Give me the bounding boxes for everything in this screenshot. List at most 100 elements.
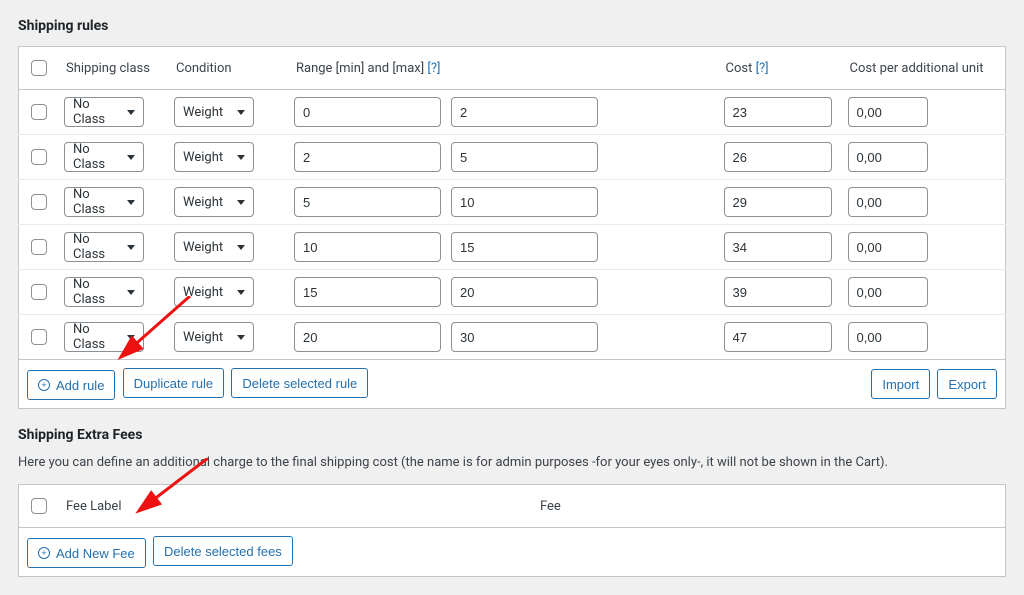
range-max-input[interactable] <box>451 277 598 307</box>
additional-cost-input[interactable] <box>848 232 928 262</box>
row-checkbox[interactable] <box>31 284 47 300</box>
duplicate-rule-button[interactable]: Duplicate rule <box>123 368 225 398</box>
chevron-down-icon <box>127 335 135 340</box>
export-label: Export <box>948 377 986 392</box>
condition-select[interactable]: Weight <box>174 277 254 307</box>
shipping-class-select[interactable]: No Class <box>64 277 144 307</box>
additional-cost-input[interactable] <box>848 322 928 352</box>
cost-input[interactable] <box>724 97 832 127</box>
additional-cost-input[interactable] <box>848 97 928 127</box>
range-min-input[interactable] <box>294 97 441 127</box>
chevron-down-icon <box>237 245 245 250</box>
shipping-fees-description: Here you can define an additional charge… <box>18 455 1006 470</box>
shipping-rules-table: Shipping class Condition Range [min] and… <box>18 46 1006 409</box>
additional-cost-input[interactable] <box>848 142 928 172</box>
chevron-down-icon <box>127 245 135 250</box>
chevron-down-icon <box>237 290 245 295</box>
row-checkbox[interactable] <box>31 149 47 165</box>
row-checkbox[interactable] <box>31 104 47 120</box>
cost-input[interactable] <box>724 232 832 262</box>
add-fee-label: Add New Fee <box>56 546 135 561</box>
col-fee: Fee <box>532 485 1006 528</box>
table-row: No Class Weight <box>19 270 1006 315</box>
shipping-rules-heading: Shipping rules <box>18 18 1006 34</box>
range-max-input[interactable] <box>451 322 598 352</box>
shipping-class-value: No Class <box>73 232 121 262</box>
export-button[interactable]: Export <box>937 369 997 399</box>
table-row: No Class Weight <box>19 180 1006 225</box>
cost-input[interactable] <box>724 322 832 352</box>
range-help-link[interactable]: [?] <box>427 61 440 76</box>
range-max-input[interactable] <box>451 97 598 127</box>
delete-rule-button[interactable]: Delete selected rule <box>231 368 368 398</box>
chevron-down-icon <box>237 335 245 340</box>
condition-value: Weight <box>183 105 223 120</box>
chevron-down-icon <box>127 290 135 295</box>
range-max-input[interactable] <box>451 187 598 217</box>
row-checkbox[interactable] <box>31 329 47 345</box>
condition-value: Weight <box>183 330 223 345</box>
condition-select[interactable]: Weight <box>174 187 254 217</box>
plus-icon: + <box>38 547 50 559</box>
add-rule-button[interactable]: + Add rule <box>27 370 115 400</box>
delete-fees-label: Delete selected fees <box>164 544 282 559</box>
condition-value: Weight <box>183 195 223 210</box>
chevron-down-icon <box>237 155 245 160</box>
range-min-input[interactable] <box>294 322 441 352</box>
row-checkbox[interactable] <box>31 194 47 210</box>
condition-value: Weight <box>183 150 223 165</box>
delete-rule-label: Delete selected rule <box>242 376 357 391</box>
col-range: Range [min] and [max] [?] <box>288 47 718 90</box>
col-condition: Condition <box>168 47 288 90</box>
condition-value: Weight <box>183 240 223 255</box>
col-cost-label: Cost <box>726 61 753 76</box>
duplicate-rule-label: Duplicate rule <box>134 376 214 391</box>
condition-select[interactable]: Weight <box>174 322 254 352</box>
shipping-class-select[interactable]: No Class <box>64 322 144 352</box>
plus-icon: + <box>38 379 50 391</box>
shipping-class-value: No Class <box>73 187 121 217</box>
delete-fees-button[interactable]: Delete selected fees <box>153 536 293 566</box>
chevron-down-icon <box>127 155 135 160</box>
range-min-input[interactable] <box>294 187 441 217</box>
cost-input[interactable] <box>724 277 832 307</box>
select-all-fees-checkbox[interactable] <box>31 498 47 514</box>
range-max-input[interactable] <box>451 142 598 172</box>
additional-cost-input[interactable] <box>848 187 928 217</box>
shipping-class-value: No Class <box>73 322 121 352</box>
cost-input[interactable] <box>724 142 832 172</box>
col-cost: Cost [?] <box>718 47 842 90</box>
col-fee-label: Fee Label <box>58 485 532 528</box>
col-additional: Cost per additional unit <box>842 47 1006 90</box>
table-row: No Class Weight <box>19 315 1006 360</box>
shipping-class-value: No Class <box>73 142 121 172</box>
import-label: Import <box>882 377 919 392</box>
col-range-label: Range [min] and [max] <box>296 61 424 76</box>
row-checkbox[interactable] <box>31 239 47 255</box>
shipping-class-select[interactable]: No Class <box>64 97 144 127</box>
condition-select[interactable]: Weight <box>174 142 254 172</box>
add-fee-button[interactable]: + Add New Fee <box>27 538 146 568</box>
shipping-class-select[interactable]: No Class <box>64 187 144 217</box>
cost-help-link[interactable]: [?] <box>756 61 769 76</box>
additional-cost-input[interactable] <box>848 277 928 307</box>
table-row: No Class Weight <box>19 90 1006 135</box>
condition-select[interactable]: Weight <box>174 232 254 262</box>
shipping-class-select[interactable]: No Class <box>64 232 144 262</box>
chevron-down-icon <box>237 200 245 205</box>
range-min-input[interactable] <box>294 142 441 172</box>
cost-input[interactable] <box>724 187 832 217</box>
chevron-down-icon <box>237 110 245 115</box>
table-row: No Class Weight <box>19 225 1006 270</box>
chevron-down-icon <box>127 200 135 205</box>
import-button[interactable]: Import <box>871 369 930 399</box>
shipping-class-select[interactable]: No Class <box>64 142 144 172</box>
range-min-input[interactable] <box>294 232 441 262</box>
condition-select[interactable]: Weight <box>174 97 254 127</box>
add-rule-label: Add rule <box>56 378 104 393</box>
col-shipping-class: Shipping class <box>58 47 168 90</box>
range-max-input[interactable] <box>451 232 598 262</box>
range-min-input[interactable] <box>294 277 441 307</box>
shipping-fees-table: Fee Label Fee + Add New Fee Delete selec… <box>18 484 1006 577</box>
select-all-rules-checkbox[interactable] <box>31 60 47 76</box>
